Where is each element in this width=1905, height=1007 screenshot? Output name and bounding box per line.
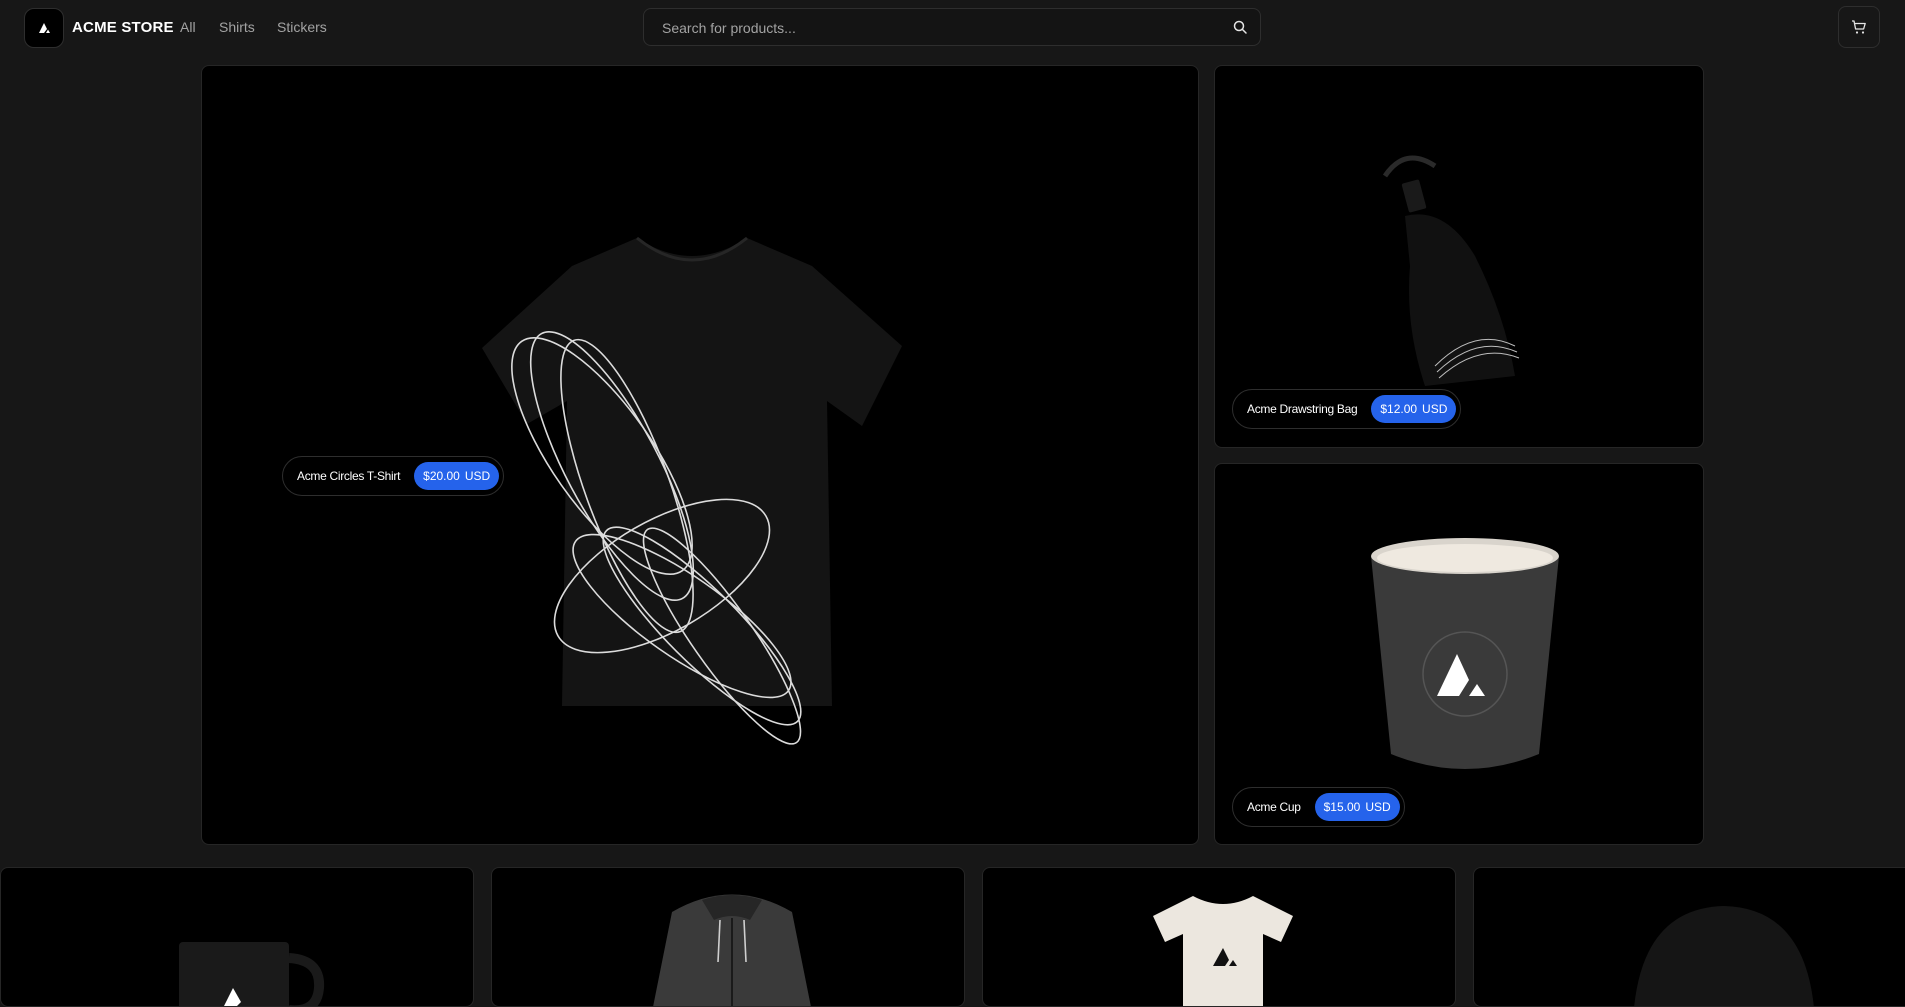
price-amount: $12.00 (1380, 402, 1418, 416)
product-name: Acme Circles T-Shirt (297, 469, 401, 483)
carousel-item-mug[interactable] (0, 867, 474, 1007)
price-badge: $15.00 USD (1314, 793, 1400, 821)
product-label[interactable]: Acme Cup $15.00 USD (1232, 787, 1405, 827)
cup-image (1371, 538, 1559, 769)
carousel-item-beanie[interactable] (1473, 867, 1905, 1007)
price-amount: $15.00 (1323, 800, 1361, 814)
beanie-image (1634, 906, 1814, 1006)
shopping-cart-icon (1852, 20, 1866, 34)
mug-image (179, 942, 325, 1006)
carousel-item-hoodie[interactable] (491, 867, 965, 1007)
cart-button[interactable] (1838, 6, 1880, 48)
nav-link-all[interactable]: All (180, 19, 196, 35)
brand-name[interactable]: ACME STORE (72, 19, 174, 36)
navbar: ACME STORE All Shirts Stickers (0, 0, 1905, 56)
product-name: Acme Drawstring Bag (1247, 402, 1358, 416)
price-badge: $12.00 USD (1371, 395, 1457, 423)
product-tile-cup[interactable]: Acme Cup $15.00 USD (1214, 463, 1704, 845)
product-name: Acme Cup (1247, 800, 1301, 814)
price-currency: USD (1422, 402, 1448, 416)
product-tile-circles-tshirt[interactable]: Acme Circles T-Shirt $20.00 USD (201, 65, 1199, 845)
price-amount: $20.00 (423, 469, 460, 483)
nav-link-stickers[interactable]: Stickers (277, 19, 327, 35)
product-label[interactable]: Acme Circles T-Shirt $20.00 USD (282, 456, 505, 496)
product-label[interactable]: Acme Drawstring Bag $12.00 USD (1232, 389, 1462, 429)
search-bar (643, 8, 1261, 47)
tshirt-image (482, 236, 902, 745)
nav-link-shirts[interactable]: Shirts (219, 19, 255, 35)
carousel-item-baby-onesie[interactable] (982, 867, 1456, 1007)
baby-onesie-image (1153, 896, 1293, 1006)
search-input[interactable] (660, 9, 1224, 47)
price-currency: USD (464, 469, 491, 483)
store-logo[interactable] (24, 8, 64, 48)
logo-icon (39, 23, 50, 33)
price-currency: USD (1365, 800, 1391, 814)
product-tile-drawstring-bag[interactable]: Acme Drawstring Bag $12.00 USD (1214, 65, 1704, 448)
hoodie-image (653, 894, 811, 1006)
search-icon[interactable] (1232, 19, 1248, 35)
price-badge: $20.00 USD (414, 462, 500, 490)
